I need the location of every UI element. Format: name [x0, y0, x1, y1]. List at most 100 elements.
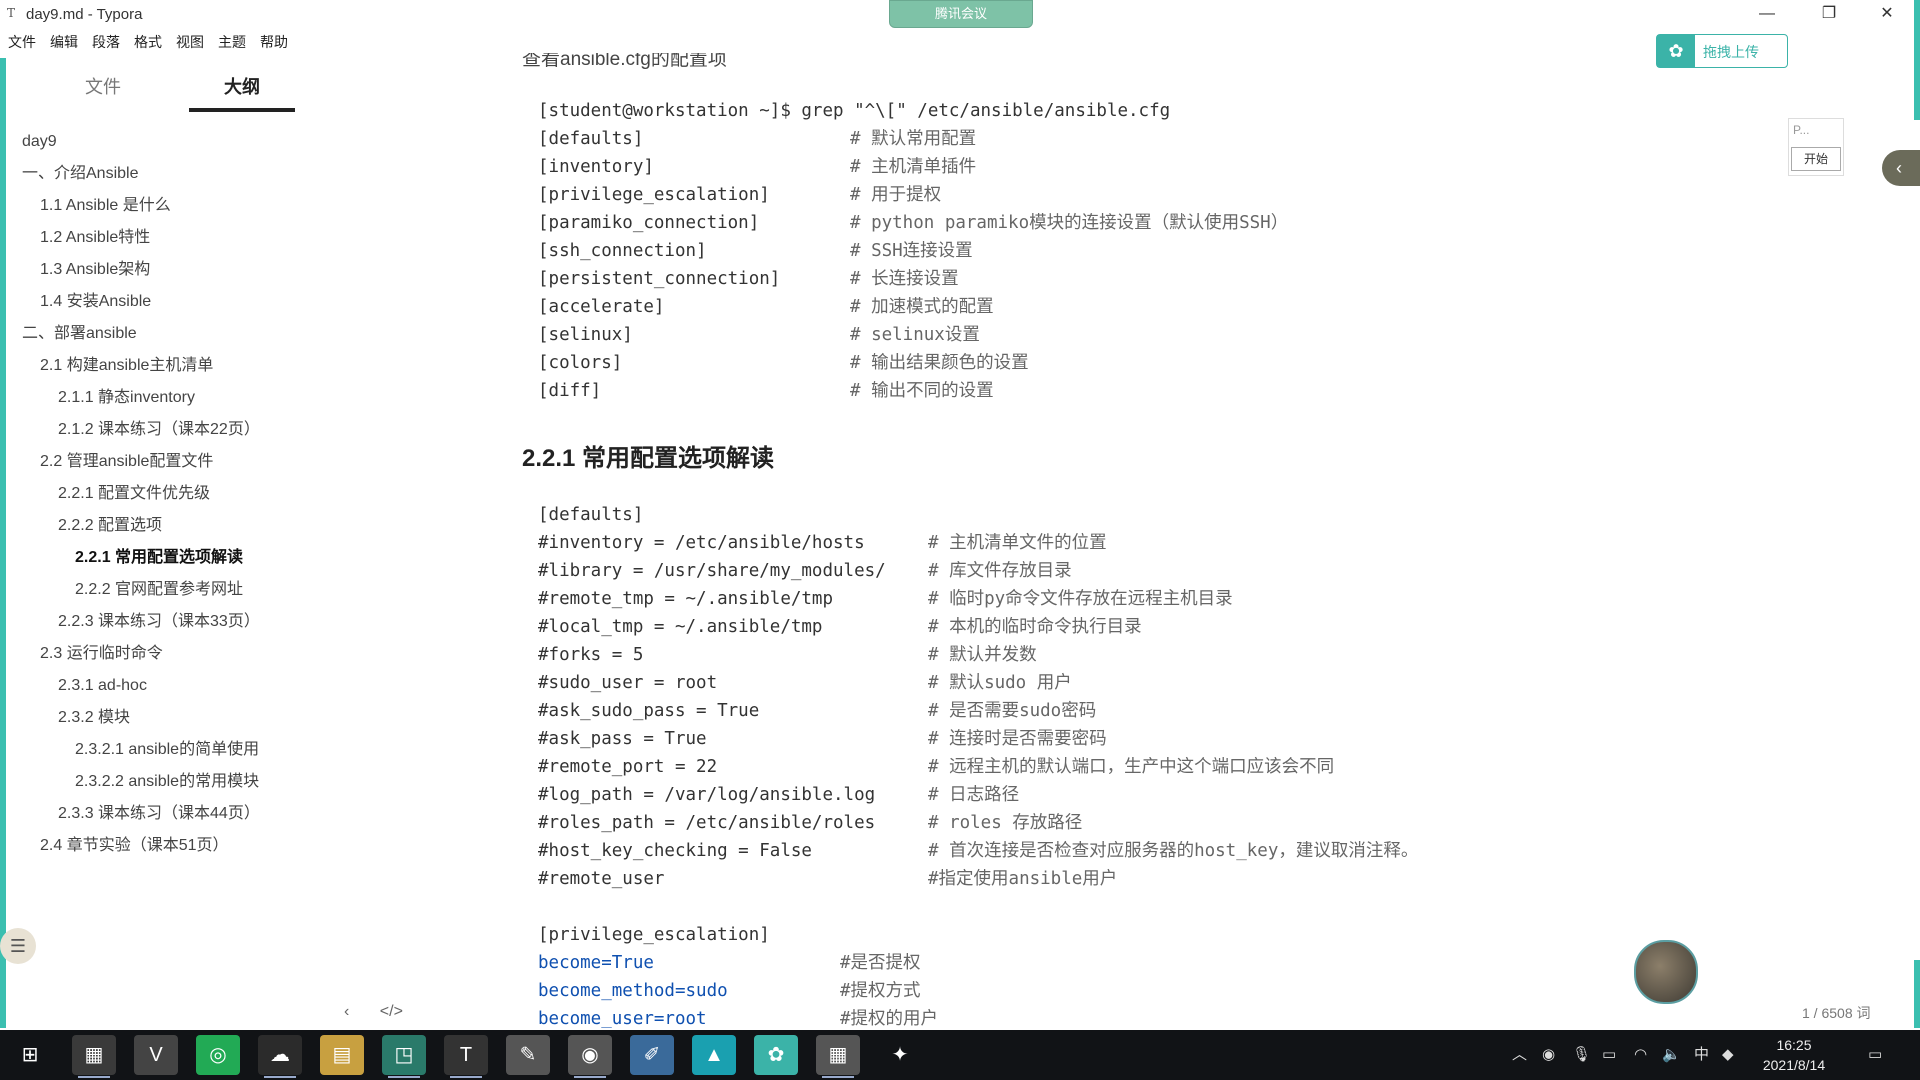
- battery-icon[interactable]: ▭: [1602, 1030, 1616, 1080]
- game-icon[interactable]: ✎: [506, 1035, 550, 1075]
- outline-item[interactable]: day9: [8, 126, 306, 158]
- code-comment: #指定使用ansible用户: [928, 869, 1118, 889]
- upload-logo-icon: ✿: [1657, 35, 1695, 67]
- microphone-icon[interactable]: 🎙: [1572, 1030, 1591, 1080]
- ime-indicator[interactable]: 中: [1694, 1030, 1709, 1080]
- outline-item[interactable]: 一、介绍Ansible: [8, 158, 306, 190]
- code-line: #library = /usr/share/my_modules/ # 库文件存放…: [538, 557, 1072, 585]
- menu-item[interactable]: 视图: [170, 32, 210, 52]
- code-line: #inventory = /etc/ansible/hosts # 主机清单文件的…: [538, 529, 1107, 557]
- code-line: [persistent_connection] # 长连接设置: [538, 265, 1170, 293]
- menu-item[interactable]: 段落: [86, 32, 126, 52]
- code-block-sections[interactable]: [student@workstation ~]$ grep "^\[" /etc…: [538, 97, 1288, 405]
- image-app-icon[interactable]: ▦: [816, 1035, 860, 1078]
- outline-item[interactable]: 二、部署ansible: [8, 318, 306, 350]
- outline-item[interactable]: 2.3.2.2 ansible的常用模块: [8, 766, 306, 798]
- code-text: #log_path = /var/log/ansible.log: [538, 785, 876, 805]
- file-explorer-icon[interactable]: ▤: [320, 1035, 364, 1075]
- start-button[interactable]: 开始: [1791, 147, 1841, 171]
- menu-item[interactable]: 格式: [128, 32, 168, 52]
- virtualbox-icon[interactable]: ◳: [382, 1035, 426, 1078]
- code-line: #ask_sudo_pass = True # 是否需要sudo密码: [538, 697, 1096, 725]
- menu-item[interactable]: 主题: [212, 32, 252, 52]
- code-text: #roles_path = /etc/ansible/roles: [538, 813, 876, 833]
- word-count[interactable]: 1 / 6508 词: [1802, 1003, 1871, 1023]
- code-text: [student@workstation ~]$ grep "^\[" /etc…: [538, 101, 1171, 121]
- drag-upload-button[interactable]: ✿ 拖拽上传: [1656, 34, 1788, 68]
- outline-item[interactable]: 2.3.1 ad-hoc: [8, 670, 306, 702]
- tencent-meeting-indicator[interactable]: 腾讯会议: [889, 0, 1033, 28]
- code-text: [accelerate]: [538, 297, 665, 317]
- menu-item[interactable]: 编辑: [44, 32, 84, 52]
- photo-app-icon[interactable]: ▦: [72, 1035, 116, 1078]
- outline-item[interactable]: 2.3.2.1 ansible的简单使用: [8, 734, 306, 766]
- code-line: [defaults] # 默认常用配置: [538, 125, 1170, 153]
- code-comment: # 日志路径: [928, 785, 1020, 805]
- close-button[interactable]: ✕: [1858, 0, 1916, 28]
- sidebar-toggle-icon[interactable]: ☰: [0, 928, 36, 964]
- wechat-icon[interactable]: ☁: [258, 1035, 302, 1078]
- code-text: become_user=root: [538, 1009, 707, 1028]
- outline-item[interactable]: 2.2 管理ansible配置文件: [8, 446, 306, 478]
- tab-outline[interactable]: 大纲: [189, 72, 295, 112]
- code-comment: # 加速模式的配置: [850, 297, 994, 317]
- outline-item[interactable]: 2.3.3 课本练习（课本44页）: [8, 798, 306, 830]
- qq-tray-icon[interactable]: ◆: [1722, 1030, 1734, 1080]
- outline-item[interactable]: 1.1 Ansible 是什么: [8, 190, 306, 222]
- outline-item[interactable]: 2.1 构建ansible主机清单: [8, 350, 306, 382]
- code-line: #host_key_checking = False # 首次连接是否检查对应服务…: [538, 837, 1418, 865]
- recorder-icon[interactable]: ◉: [568, 1035, 612, 1078]
- code-comment: # 是否需要sudo密码: [928, 701, 1097, 721]
- outline-item[interactable]: 1.2 Ansible特性: [8, 222, 306, 254]
- code-line: [accelerate] # 加速模式的配置: [538, 293, 1170, 321]
- tray-chevron-icon[interactable]: ︿: [1512, 1030, 1527, 1080]
- maps-app-icon[interactable]: ▲: [692, 1035, 736, 1075]
- notification-icon[interactable]: ▭: [1868, 1030, 1882, 1080]
- outline-item[interactable]: 1.4 安装Ansible: [8, 286, 306, 318]
- avatar[interactable]: [1634, 940, 1698, 1004]
- start-icon[interactable]: ⊞: [8, 1035, 52, 1075]
- outline-item[interactable]: 2.1.1 静态inventory: [8, 382, 306, 414]
- outline-item[interactable]: 2.2.2 官网配置参考网址: [8, 574, 306, 606]
- code-text: become_method=sudo: [538, 981, 728, 1001]
- code-text: #inventory = /etc/ansible/hosts: [538, 533, 865, 553]
- browser-icon[interactable]: ◎: [196, 1035, 240, 1075]
- menu-item[interactable]: 文件: [2, 32, 42, 52]
- outline-item[interactable]: 1.3 Ansible架构: [8, 254, 306, 286]
- outline-item[interactable]: 2.2.3 课本练习（课本33页）: [8, 606, 306, 638]
- code-block-defaults[interactable]: [defaults] #inventory = /etc/ansible/host…: [538, 501, 1418, 1028]
- code-line: #remote_user #指定使用ansible用户: [538, 865, 1117, 893]
- outline-item[interactable]: 2.2.1 配置文件优先级: [8, 478, 306, 510]
- code-comment: # 库文件存放目录: [928, 561, 1072, 581]
- clock-date: 2021/8/14: [1762, 1057, 1826, 1073]
- code-comment: # 主机清单插件: [850, 157, 977, 177]
- misc-icon[interactable]: ✦: [878, 1035, 922, 1075]
- outline-item[interactable]: 2.1.2 课本练习（课本22页）: [8, 414, 306, 446]
- code-text: [privilege_escalation]: [538, 925, 770, 945]
- clock[interactable]: 16:25 2021/8/14: [1748, 1035, 1840, 1075]
- code-comment: # 用于提权: [850, 185, 942, 205]
- network-status-icon[interactable]: ◉: [1542, 1030, 1555, 1080]
- tab-files[interactable]: 文件: [50, 72, 156, 108]
- minimize-button[interactable]: —: [1738, 0, 1796, 28]
- upload-app-icon[interactable]: ✿: [754, 1035, 798, 1075]
- outline-item[interactable]: 2.2.1 常用配置选项解读: [8, 542, 306, 574]
- volume-icon[interactable]: 🔈: [1662, 1030, 1681, 1080]
- typora-icon[interactable]: T: [444, 1035, 488, 1078]
- code-text: #remote_port = 22: [538, 757, 718, 777]
- side-collapse-chevron-icon[interactable]: ‹: [1882, 150, 1920, 186]
- outline-item[interactable]: 2.2.2 配置选项: [8, 510, 306, 542]
- vivaldi-icon[interactable]: V: [134, 1035, 178, 1075]
- mini-card-title: P...: [1793, 123, 1810, 137]
- menu-item[interactable]: 帮助: [254, 32, 294, 52]
- outline-item[interactable]: 2.3 运行临时命令: [8, 638, 306, 670]
- editor-area[interactable]: 查看ansible.cfg的配置项 [student@workstation ~…: [520, 40, 1850, 1028]
- code-comment: #提权方式: [840, 981, 921, 1001]
- outline-item[interactable]: 2.4 章节实验（课本51页）: [8, 830, 306, 862]
- maximize-button[interactable]: ❐: [1800, 0, 1858, 28]
- notes-icon[interactable]: ✐: [630, 1035, 674, 1075]
- wifi-icon[interactable]: ◠: [1634, 1030, 1647, 1080]
- outline-item[interactable]: 2.3.2 模块: [8, 702, 306, 734]
- back-arrow-icon[interactable]: ‹: [344, 1003, 349, 1020]
- source-code-mode-icon[interactable]: </>: [380, 1003, 403, 1020]
